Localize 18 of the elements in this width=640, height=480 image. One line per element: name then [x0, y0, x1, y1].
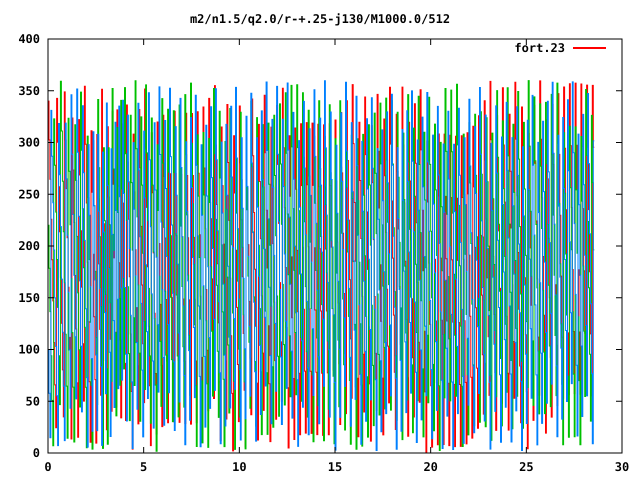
x-tick-label: 20	[423, 460, 438, 474]
y-tick-label: 0	[32, 446, 40, 460]
y-tick-label: 400	[18, 32, 40, 46]
y-tick-label: 100	[18, 342, 40, 356]
x-tick-label: 5	[140, 460, 148, 474]
x-tick-label: 0	[44, 460, 52, 474]
y-tick-label: 50	[26, 394, 40, 408]
chart-title: m2/n1.5/q2.0/r-+.25-j130/M1000.0/512	[190, 12, 450, 26]
y-tick-label: 350	[18, 84, 40, 98]
x-tick-label: 30	[614, 460, 630, 474]
y-tick-label: 250	[18, 187, 40, 202]
x-tick-label: 15	[328, 460, 342, 474]
y-tick-label: 200	[18, 239, 40, 253]
x-tick-label: 10	[232, 460, 247, 474]
y-tick-label: 150	[18, 290, 40, 305]
x-tick-label: 25	[519, 460, 534, 474]
legend-label: fort.23	[514, 41, 565, 55]
y-tick-label: 300	[18, 136, 40, 150]
